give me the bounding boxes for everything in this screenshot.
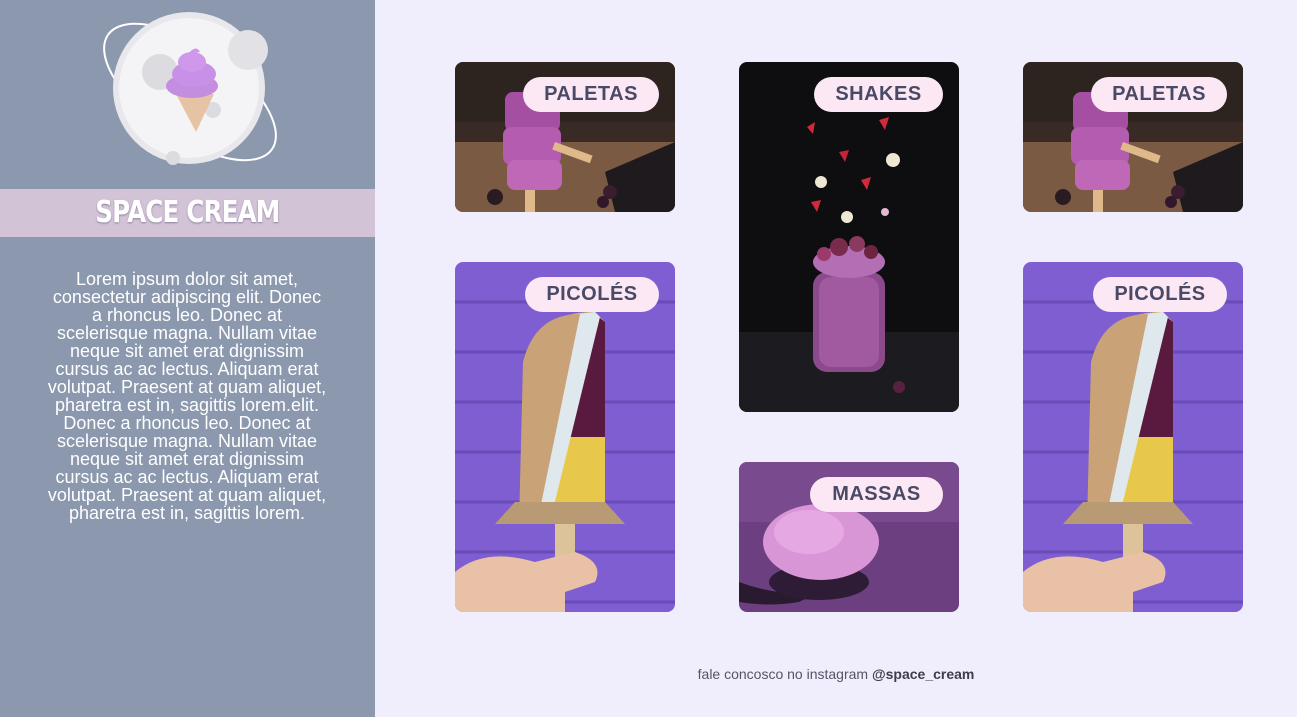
category-label: PICOLÉS [1093, 277, 1227, 312]
category-label: SHAKES [814, 77, 943, 112]
sidebar: SPACE CREAM Lorem ipsum dolor sit amet, … [0, 0, 375, 717]
category-card-picoles[interactable]: PICOLÉS [455, 262, 675, 612]
category-card-picoles[interactable]: PICOLÉS [1023, 262, 1243, 612]
picoles-photo [1023, 262, 1243, 612]
category-label: PALETAS [1091, 77, 1227, 112]
about-text: Lorem ipsum dolor sit amet, consectetur … [47, 269, 327, 523]
category-card-massas[interactable]: MASSAS [739, 462, 959, 612]
category-card-paletas[interactable]: PALETAS [1023, 62, 1243, 212]
category-card-paletas[interactable]: PALETAS [455, 62, 675, 212]
footer: fale concosco no instagram @space_cream [375, 666, 1297, 682]
ice-cream-planet-logo[interactable] [88, 10, 293, 170]
shakes-photo [739, 62, 959, 412]
brand-bar: SPACE CREAM [0, 189, 375, 237]
category-card-shakes[interactable]: SHAKES [739, 62, 959, 412]
brand-title: SPACE CREAM [95, 195, 280, 230]
instagram-handle-link[interactable]: @space_cream [872, 666, 974, 682]
category-label: MASSAS [810, 477, 943, 512]
category-label: PICOLÉS [525, 277, 659, 312]
category-label: PALETAS [523, 77, 659, 112]
footer-text: fale concosco no instagram [697, 666, 872, 682]
picoles-photo [455, 262, 675, 612]
